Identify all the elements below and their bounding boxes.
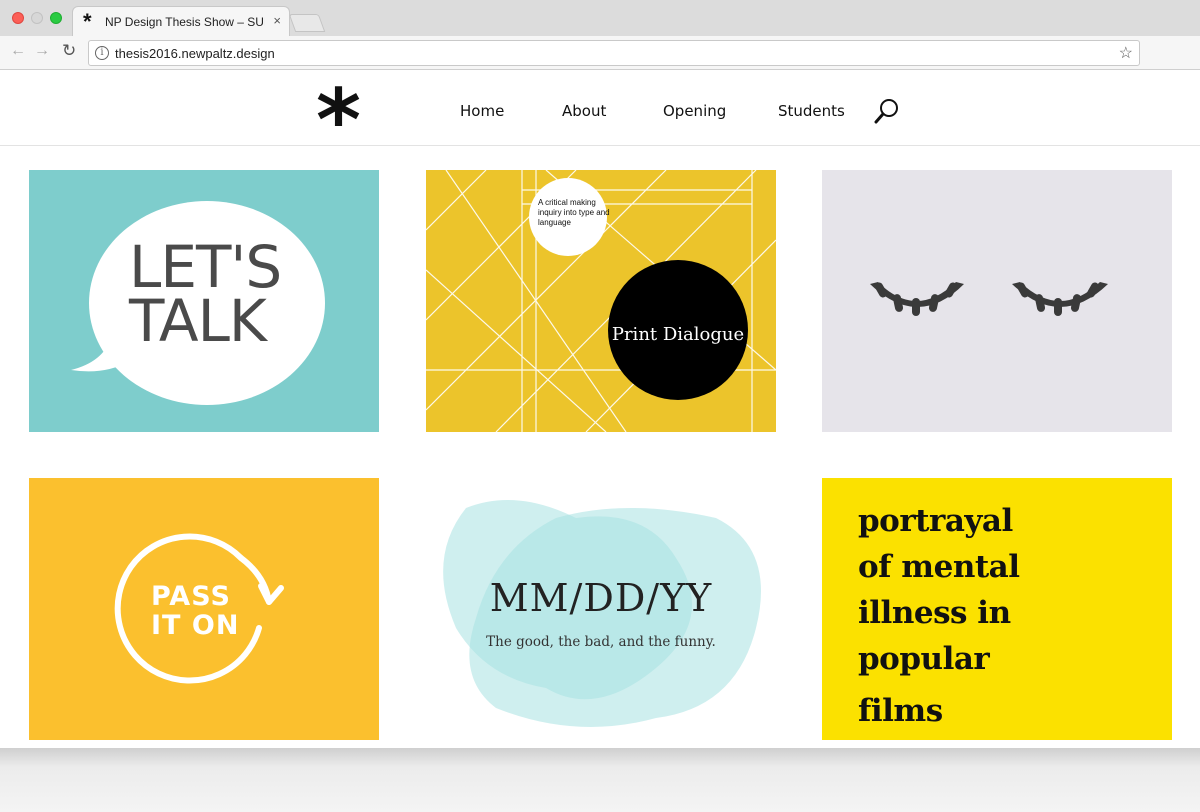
project-tile-portrayal[interactable]: portrayal of mental illness in popular f…	[822, 478, 1172, 740]
back-arrow-icon[interactable]: ←	[10, 42, 26, 60]
forward-arrow-icon[interactable]: →	[34, 42, 50, 60]
asterisk-logo-icon[interactable]: *	[316, 78, 361, 164]
new-tab-button[interactable]	[288, 14, 326, 32]
lets-talk-text: LET'S TALK	[129, 233, 282, 355]
window-shadow	[0, 748, 1200, 812]
nav-students[interactable]: Students	[778, 102, 845, 120]
print-dialogue-description: A critical making inquiry into type and …	[538, 198, 610, 227]
minimize-window-button[interactable]	[31, 12, 43, 24]
tab-close-icon[interactable]: ×	[273, 13, 281, 28]
site-header: * Home About Opening Students	[0, 70, 1200, 164]
print-dialogue-title: Print Dialogue	[611, 324, 745, 345]
portrayal-text: portrayal of mental illness in popular f…	[858, 503, 1020, 729]
nav-opening[interactable]: Opening	[663, 102, 726, 120]
url-text[interactable]: thesis2016.newpaltz.design	[115, 46, 275, 61]
project-tile-closed-eyes[interactable]	[822, 170, 1172, 432]
mm-dd-yy-subtitle: The good, the bad, and the funny.	[486, 634, 716, 650]
info-icon[interactable]: i	[95, 46, 109, 60]
browser-toolbar: ← → ↻ i thesis2016.newpaltz.design ☆	[0, 36, 1200, 70]
window-titlebar: * NP Design Thesis Show – SUNY ×	[0, 0, 1200, 36]
reload-icon[interactable]: ↻	[62, 41, 76, 61]
zoom-window-button[interactable]	[50, 12, 62, 24]
magnifier-icon[interactable]	[874, 98, 900, 124]
browser-tab[interactable]: * NP Design Thesis Show – SUNY ×	[72, 6, 290, 36]
web-page: * Home About Opening Students LET'S TALK	[0, 70, 1200, 748]
pass-it-on-text: PASS IT ON	[151, 581, 240, 641]
project-tile-print-dialogue[interactable]: A critical making inquiry into type and …	[426, 170, 776, 432]
closed-eyes-icon	[870, 282, 1108, 316]
mm-dd-yy-title: MM/DD/YY	[489, 576, 713, 620]
nav-home[interactable]: Home	[460, 102, 504, 120]
project-tile-lets-talk[interactable]: LET'S TALK	[29, 170, 379, 432]
asterisk-favicon-icon: *	[83, 9, 92, 34]
address-bar[interactable]: i thesis2016.newpaltz.design ☆	[88, 40, 1140, 66]
close-window-button[interactable]	[12, 12, 24, 24]
project-tile-mm-dd-yy[interactable]: MM/DD/YY The good, the bad, and the funn…	[426, 478, 776, 740]
nav-about[interactable]: About	[562, 102, 606, 120]
tab-title: NP Design Thesis Show – SUNY	[105, 15, 265, 29]
project-tile-pass-it-on[interactable]: PASS IT ON	[29, 478, 379, 740]
bookmark-star-icon[interactable]: ☆	[1119, 43, 1133, 63]
